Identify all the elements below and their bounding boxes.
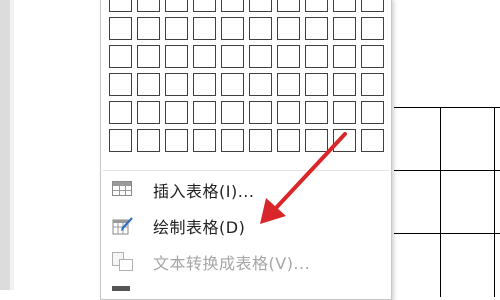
red-arrow-annotation xyxy=(260,132,347,224)
